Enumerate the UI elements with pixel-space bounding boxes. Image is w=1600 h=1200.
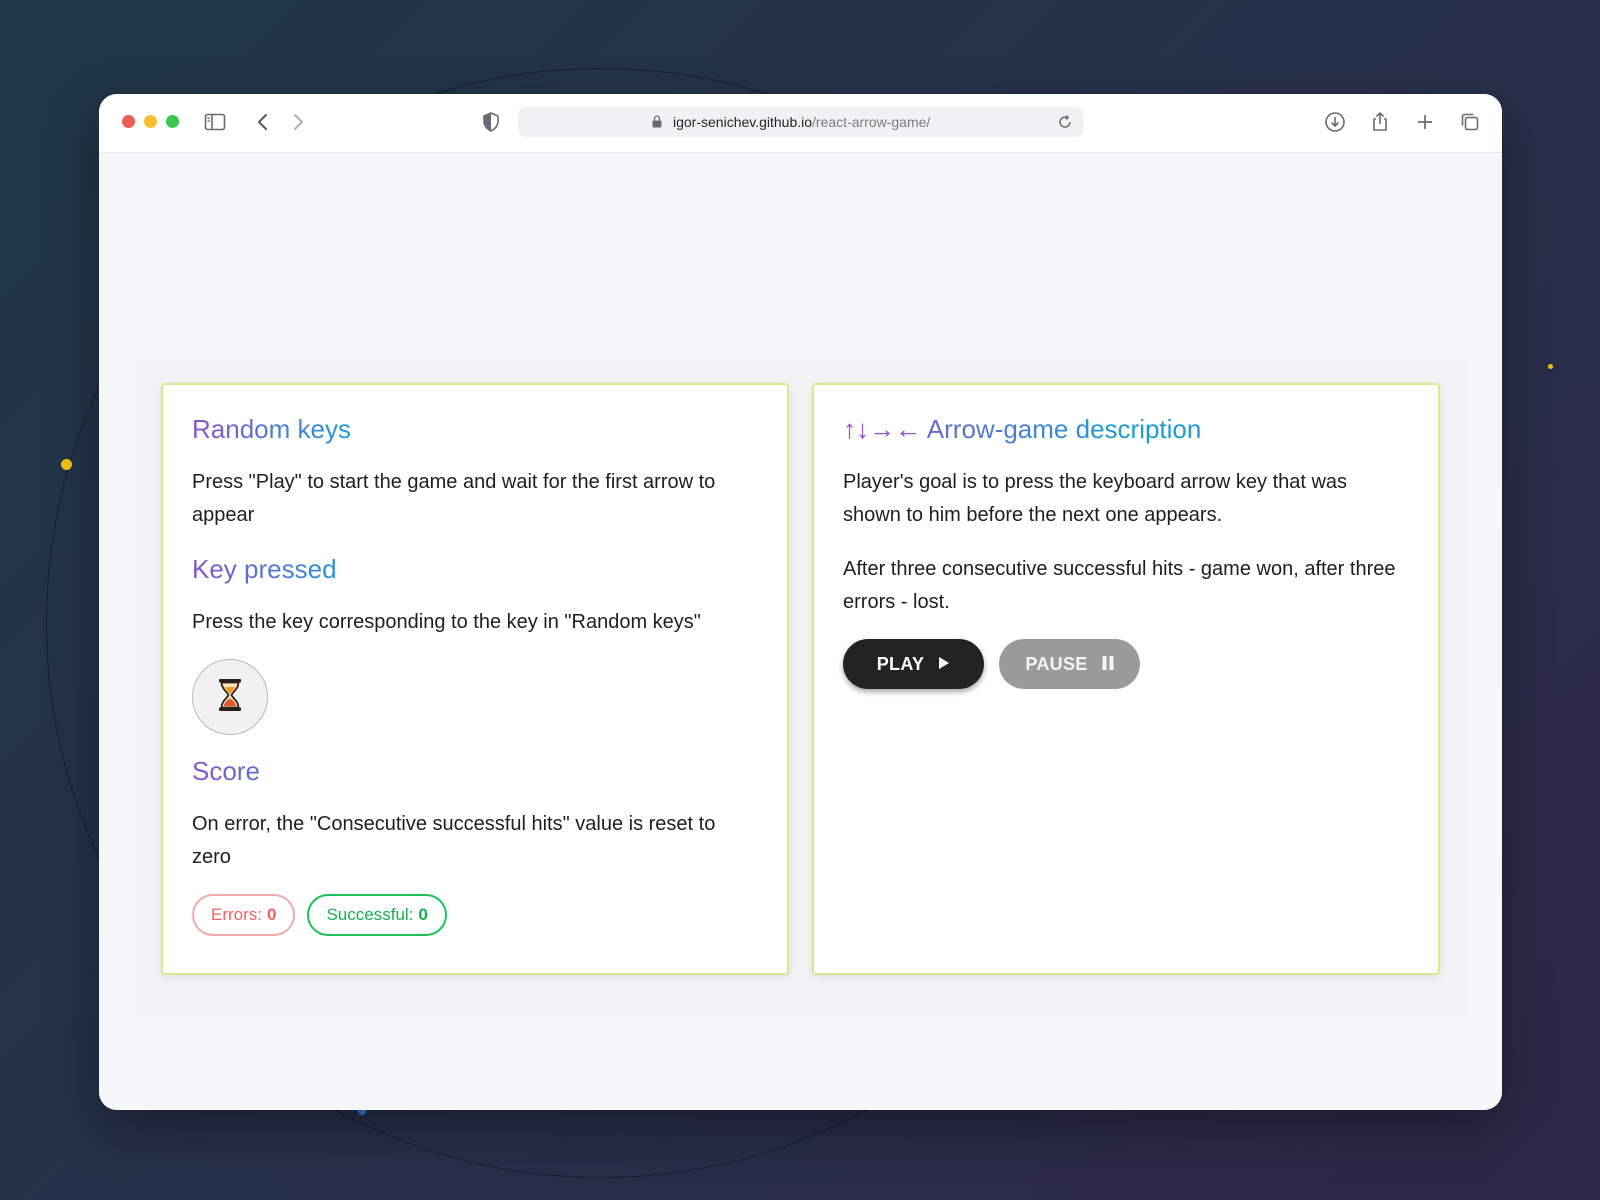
hourglass-icon <box>217 678 243 717</box>
pause-button-label: PAUSE <box>1025 653 1088 674</box>
score-heading: Score <box>192 755 758 787</box>
play-button-label: PLAY <box>876 653 925 674</box>
background-yellow-dot <box>61 459 72 470</box>
page-content: Random keys Press "Play" to start the ga… <box>99 153 1502 1110</box>
privacy-shield-icon[interactable] <box>479 110 503 134</box>
pause-button[interactable]: PAUSE <box>999 639 1140 689</box>
url-text: igor-senichev.github.io/react-arrow-game… <box>673 113 930 131</box>
play-icon <box>938 654 950 675</box>
random-keys-text: Press "Play" to start the game and wait … <box>192 471 716 526</box>
score-text: On error, the "Consecutive successful hi… <box>192 813 716 868</box>
sidebar-toggle-icon[interactable] <box>203 110 227 134</box>
game-status-card: Random keys Press "Play" to start the ga… <box>161 383 789 975</box>
url-path: /react-arrow-game/ <box>812 114 931 130</box>
back-arrow-icon[interactable] <box>251 110 275 134</box>
new-tab-plus-icon[interactable] <box>1413 110 1437 134</box>
reload-icon[interactable] <box>1057 114 1073 130</box>
game-description-card: ↑↓→← Arrow-game description Player's goa… <box>812 383 1440 975</box>
description-paragraph-rules: After three consecutive successful hits … <box>843 558 1396 613</box>
errors-label: Errors: <box>211 905 262 924</box>
tab-overview-icon[interactable] <box>1458 110 1482 134</box>
address-bar[interactable]: igor-senichev.github.io/react-arrow-game… <box>518 107 1083 137</box>
background-small-yellow-dot <box>1548 364 1553 369</box>
downloads-icon[interactable] <box>1323 110 1347 134</box>
pause-icon <box>1102 654 1114 675</box>
successful-badge: Successful: 0 <box>307 894 447 936</box>
game-controls: PLAY PAUSE <box>843 639 1409 689</box>
description-heading: ↑↓→← Arrow-game description <box>843 413 1409 445</box>
description-paragraph-goal: Player's goal is to press the keyboard a… <box>843 471 1348 526</box>
lock-icon <box>652 115 662 128</box>
close-window-button[interactable] <box>122 115 135 128</box>
key-indicator-circle <box>192 659 268 735</box>
url-host: igor-senichev.github.io <box>673 114 813 130</box>
successful-label: Successful: <box>326 905 414 924</box>
random-keys-heading: Random keys <box>192 413 758 445</box>
maximize-window-button[interactable] <box>166 115 179 128</box>
play-button[interactable]: PLAY <box>843 639 984 689</box>
browser-window: igor-senichev.github.io/react-arrow-game… <box>99 94 1502 1110</box>
share-icon[interactable] <box>1368 110 1392 134</box>
key-pressed-text: Press the key corresponding to the key i… <box>192 611 701 633</box>
score-badges: Errors: 0 Successful: 0 <box>192 894 758 936</box>
arrow-keys-glyphs: ↑↓→← <box>843 414 921 444</box>
minimize-window-button[interactable] <box>144 115 157 128</box>
errors-count: 0 <box>267 905 277 924</box>
successful-count: 0 <box>418 905 428 924</box>
key-pressed-heading: Key pressed <box>192 553 758 585</box>
browser-toolbar: igor-senichev.github.io/react-arrow-game… <box>99 94 1502 153</box>
description-title: Arrow-game description <box>926 414 1202 444</box>
errors-badge: Errors: 0 <box>192 894 296 936</box>
forward-arrow-icon[interactable] <box>286 110 310 134</box>
